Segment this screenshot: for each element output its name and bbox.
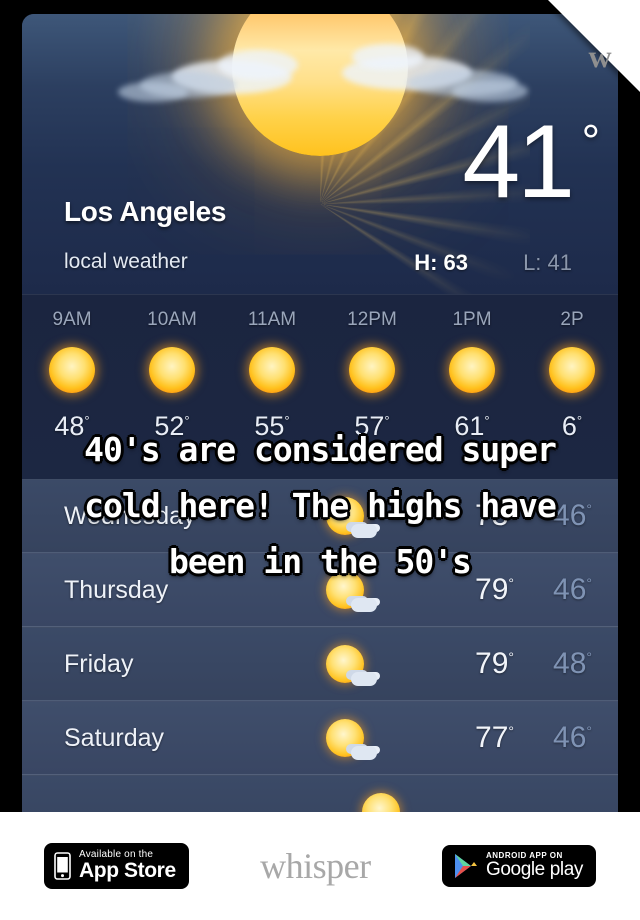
iphone-icon	[54, 852, 71, 880]
daily-low-temperature: 46°	[553, 573, 592, 606]
sun-icon	[149, 347, 195, 393]
daily-high-temperature: 73°	[475, 499, 514, 532]
hourly-forecast-item: 11AM 55°	[222, 295, 322, 479]
hourly-forecast-item: 12PM 57°	[322, 295, 422, 479]
cloud-shape	[452, 80, 528, 102]
hourly-temperature: 55°	[254, 411, 290, 441]
hourly-forecast-item: 10AM 52°	[122, 295, 222, 479]
sun-icon	[49, 347, 95, 393]
degree-symbol: °	[581, 115, 600, 167]
daily-forecast-row: Friday 79° 48°	[22, 627, 618, 701]
daily-high-temperature: 79°	[475, 647, 514, 680]
hourly-forecast-strip[interactable]: 9AM 48° 10AM 52° 11AM 55° 12PM 57° 1PM 61° 2P 6°	[22, 294, 618, 479]
whisper-wordmark: whisper	[260, 846, 371, 886]
partly-sunny-icon	[290, 497, 400, 538]
low-temperature: L: 41	[523, 250, 572, 275]
current-temperature: 41	[462, 104, 575, 220]
page-fold-corner: w	[548, 0, 640, 92]
hourly-forecast-item: 1PM 61°	[422, 295, 522, 479]
hourly-temperature: 61°	[454, 411, 490, 441]
hourly-time: 10AM	[147, 309, 197, 330]
google-play-triangle-icon	[452, 852, 478, 880]
daily-low-temperature: 48°	[553, 647, 592, 680]
daily-high-temperature: 77°	[475, 721, 514, 754]
city-name: Los Angeles	[64, 196, 227, 227]
google-play-badge[interactable]: ANDROID APP ON Google play	[441, 844, 596, 888]
weather-hero: 41 ° Los Angeles local weather H: 63 L: …	[22, 14, 618, 294]
partly-sunny-icon	[290, 645, 400, 686]
sun-icon	[549, 347, 595, 393]
app-store-footer: Available on the App Store whisper ANDRO…	[0, 812, 640, 920]
cloud-shape	[118, 82, 188, 102]
partly-sunny-icon	[290, 571, 400, 612]
sun-icon	[249, 347, 295, 393]
hourly-temperature: 57°	[354, 411, 390, 441]
daily-high-temperature: 79°	[475, 573, 514, 606]
cloud-shape	[218, 50, 298, 80]
daily-forecast-list[interactable]: Wednesday 73° 46° Thursday 79° 46° Friday 79° 48…	[22, 479, 618, 812]
hourly-temperature: 52°	[154, 411, 190, 441]
daily-forecast-row: Saturday 77° 46°	[22, 701, 618, 775]
whisper-logo-letter: w	[588, 38, 612, 74]
sun-icon	[349, 347, 395, 393]
high-temperature: H: 63	[414, 250, 468, 275]
hourly-temperature: 48°	[54, 411, 90, 441]
partly-sunny-icon	[290, 719, 400, 760]
daily-day-label: Saturday	[64, 723, 165, 752]
daily-low-temperature: 46°	[553, 499, 592, 532]
hourly-forecast-item: 2P 6°	[522, 295, 618, 479]
weather-subtitle: local weather	[64, 250, 188, 273]
daily-low-temperature: 46°	[553, 721, 592, 754]
app-store-badge[interactable]: Available on the App Store	[44, 842, 189, 890]
app-store-line2: App Store	[79, 859, 176, 883]
cloud-shape	[352, 44, 424, 70]
hourly-time: 2P	[560, 309, 584, 330]
hourly-time: 12PM	[347, 309, 397, 330]
whisper-post-image: 41 ° Los Angeles local weather H: 63 L: …	[0, 0, 640, 812]
sun-icon	[449, 347, 495, 393]
hourly-time: 11AM	[247, 309, 297, 330]
daily-forecast-row: Thursday 79° 46°	[22, 553, 618, 627]
hourly-time: 9AM	[52, 309, 92, 330]
daily-forecast-row-partial	[22, 775, 618, 812]
daily-day-label: Wednesday	[64, 501, 196, 530]
hourly-forecast-item: 9AM 48°	[22, 295, 122, 479]
daily-day-label: Thursday	[64, 575, 169, 604]
weather-app-card: 41 ° Los Angeles local weather H: 63 L: …	[22, 14, 618, 812]
google-play-line2: Google play	[485, 859, 583, 881]
daily-forecast-row: Wednesday 73° 46°	[22, 479, 618, 553]
hourly-time: 1PM	[452, 309, 492, 330]
daily-day-label: Friday	[64, 649, 134, 678]
hourly-temperature: 6°	[561, 411, 583, 441]
